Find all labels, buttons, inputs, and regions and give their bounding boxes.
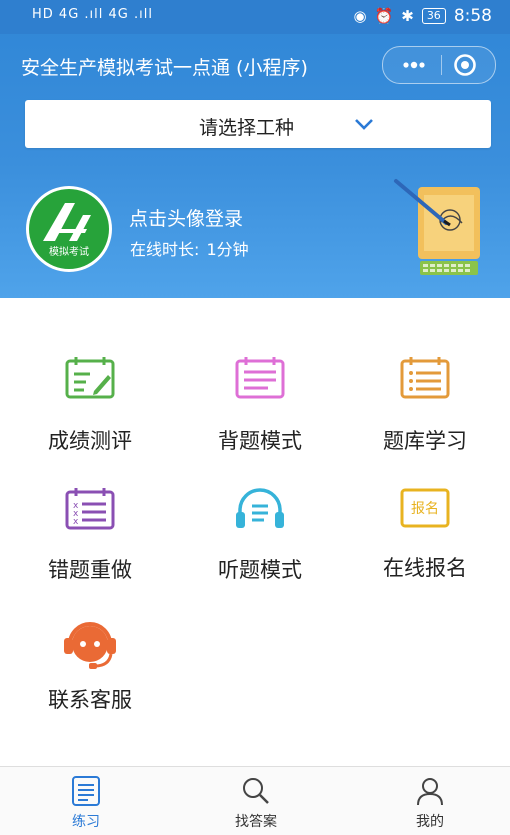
register-icon: 报名 bbox=[400, 488, 450, 528]
target-circle-icon[interactable] bbox=[453, 53, 477, 77]
menu-label: 联系客服 bbox=[48, 688, 132, 712]
menu-label: 错题重做 bbox=[48, 558, 132, 582]
menu-label: 听题模式 bbox=[218, 558, 302, 582]
online-duration: 在线时长: 1分钟 bbox=[128, 236, 249, 260]
battery-indicator: 36 bbox=[421, 8, 446, 24]
status-bar: HD 4G .ıll 4G .ıll ◉ ⏰ ✱ 36 8:58 bbox=[0, 0, 510, 34]
practice-icon bbox=[72, 776, 100, 806]
online-label: 在线时长: bbox=[130, 240, 200, 259]
exam-illustration bbox=[394, 179, 480, 275]
bottom-tab-bar: 练习 找答案 我的 bbox=[0, 766, 510, 835]
menu-item-question-bank[interactable]: 题库学习 bbox=[345, 355, 505, 453]
avatar[interactable]: 模拟考试 bbox=[25, 185, 113, 273]
miniprogram-capsule bbox=[382, 46, 496, 84]
alarm-icon: ⏰ bbox=[374, 7, 394, 25]
scorecard-icon bbox=[65, 357, 115, 399]
tab-label: 练习 bbox=[72, 814, 100, 830]
eye-icon: ◉ bbox=[353, 7, 367, 25]
menu-item-score-test[interactable]: 成绩测评 bbox=[10, 355, 170, 453]
notes-icon bbox=[235, 357, 285, 399]
more-dots-icon[interactable] bbox=[397, 55, 431, 75]
signal-indicators: HD 4G .ıll 4G .ıll bbox=[32, 7, 153, 22]
bluetooth-icon: ✱ bbox=[401, 7, 414, 25]
user-icon bbox=[417, 778, 443, 806]
svg-text:x: x bbox=[73, 517, 79, 527]
tab-label: 我的 bbox=[416, 814, 444, 830]
online-value: 1分钟 bbox=[206, 240, 249, 259]
app-title: 安全生产模拟考试一点通 (小程序) bbox=[21, 57, 308, 79]
job-type-selector[interactable]: 请选择工种 bbox=[25, 100, 491, 148]
selector-label: 请选择工种 bbox=[199, 117, 295, 139]
menu-item-online-register[interactable]: 报名 在线报名 bbox=[345, 486, 505, 580]
login-prompt[interactable]: 点击头像登录 bbox=[129, 204, 243, 231]
menu-item-customer-service[interactable]: 联系客服 bbox=[10, 614, 170, 712]
search-icon bbox=[243, 778, 269, 804]
status-right: ◉ ⏰ ✱ 36 8:58 bbox=[353, 6, 492, 26]
list-book-icon bbox=[400, 357, 450, 399]
menu-item-listen-mode[interactable]: 听题模式 bbox=[180, 486, 340, 582]
capsule-divider bbox=[441, 55, 442, 75]
menu-label: 背题模式 bbox=[218, 429, 302, 453]
chevron-down-icon bbox=[355, 119, 373, 130]
wrong-list-icon: x x x bbox=[65, 488, 115, 530]
avatar-text: 模拟考试 bbox=[49, 245, 89, 258]
tab-mine[interactable]: 我的 bbox=[370, 767, 490, 835]
headphones-icon bbox=[236, 488, 284, 528]
tab-label: 找答案 bbox=[235, 814, 277, 830]
customer-service-icon bbox=[64, 622, 116, 669]
menu-label: 在线报名 bbox=[383, 556, 467, 580]
register-icon-text: 报名 bbox=[411, 501, 439, 517]
clock: 8:58 bbox=[453, 6, 492, 26]
menu-label: 成绩测评 bbox=[48, 429, 132, 453]
menu-label: 题库学习 bbox=[383, 429, 467, 453]
menu-item-recite-mode[interactable]: 背题模式 bbox=[180, 355, 340, 453]
tab-find-answer[interactable]: 找答案 bbox=[196, 767, 316, 835]
menu-item-redo-wrong[interactable]: x x x 错题重做 bbox=[10, 486, 170, 582]
tab-practice[interactable]: 练习 bbox=[26, 767, 146, 835]
